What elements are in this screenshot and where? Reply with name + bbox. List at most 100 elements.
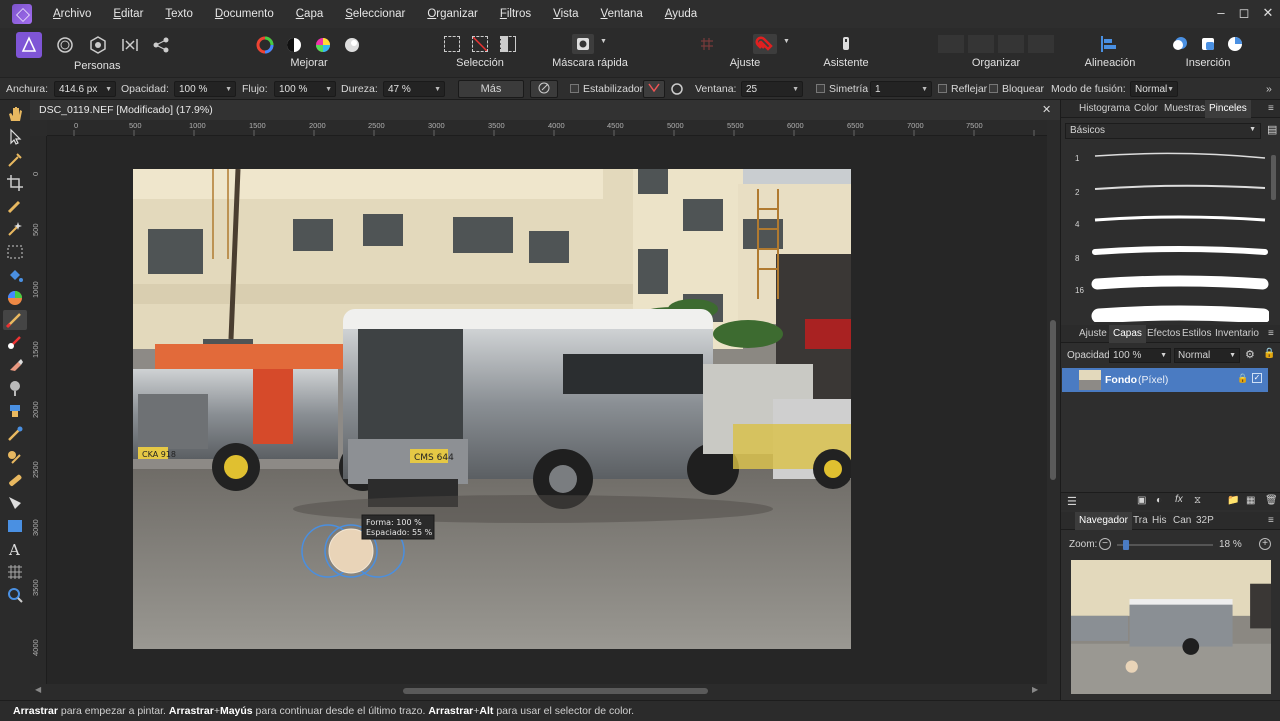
fx-icon[interactable]: fx — [1175, 494, 1183, 505]
pen-tool-icon[interactable] — [6, 494, 24, 512]
brush-preset[interactable] — [1069, 304, 1269, 322]
tab-histograma[interactable]: Histograma — [1075, 100, 1134, 118]
brush-category-select[interactable]: Básicos ▼ — [1065, 123, 1261, 139]
snapping-grid-icon[interactable] — [699, 36, 715, 55]
layer-lock-icon[interactable]: 🔒 — [1237, 373, 1248, 384]
fusion-field[interactable]: Normal ▼ — [1130, 81, 1178, 97]
tab-capas[interactable]: Capas — [1109, 325, 1146, 343]
anchura-field[interactable]: 414.6 px ▼ — [54, 81, 116, 97]
menu-documento[interactable]: Documento — [204, 0, 285, 28]
brush-preset[interactable]: 2 — [1069, 176, 1269, 207]
horizontal-scroll-thumb[interactable] — [403, 688, 708, 694]
tab-inventario[interactable]: Inventario — [1211, 325, 1263, 343]
layer-opacity-field[interactable]: 100 % ▼ — [1109, 348, 1171, 363]
menu-texto[interactable]: Texto — [154, 0, 204, 28]
menu-organizar[interactable]: Organizar — [416, 0, 489, 28]
move-tool-icon[interactable] — [6, 128, 24, 146]
zoom-slider[interactable] — [1117, 540, 1213, 550]
move-forward-one-icon[interactable] — [998, 35, 1024, 53]
deselect-icon[interactable] — [472, 36, 488, 52]
layer-settings-icon[interactable]: ⚙ — [1245, 348, 1255, 361]
photo-persona-icon[interactable] — [16, 32, 42, 58]
dureza-field[interactable]: 47 % ▼ — [383, 81, 445, 97]
menu-editar[interactable]: Editar — [102, 0, 154, 28]
blemish-tool-icon[interactable] — [6, 425, 24, 443]
add-pixel-layer-icon[interactable]: ▦ — [1246, 495, 1255, 506]
brush-options-icon[interactable] — [530, 80, 558, 98]
auto-white-balance-icon[interactable] — [343, 36, 361, 57]
menu-ayuda[interactable]: Ayuda — [654, 0, 708, 28]
flujo-field[interactable]: 100 % ▼ — [274, 81, 336, 97]
brush-preset[interactable]: 1 — [1069, 144, 1269, 175]
selection-brush-tool-icon[interactable] — [6, 197, 24, 215]
bloquear-checkbox[interactable] — [989, 84, 998, 93]
menu-capa[interactable]: Capa — [285, 0, 335, 28]
vertical-scrollbar[interactable] — [1047, 120, 1060, 684]
layer-row-fondo[interactable]: Fondo (Píxel) 🔒 ✓ — [1062, 368, 1268, 392]
zoom-value[interactable]: 18 % — [1219, 539, 1242, 550]
brush-list-scroll-thumb[interactable] — [1271, 155, 1276, 200]
erase-tool-icon[interactable] — [6, 356, 24, 374]
document-image[interactable]: CMS 644 CKA 918 Forma: 100 % Espaciado: … — [133, 169, 851, 649]
menu-archivo[interactable]: Archivo — [42, 0, 102, 28]
text-tool-icon[interactable]: A — [6, 540, 24, 559]
brush-preset[interactable]: 16 — [1069, 272, 1269, 303]
assistant-icon[interactable] — [838, 36, 854, 55]
crop-tool-icon[interactable] — [6, 174, 24, 192]
adjustment-icon[interactable]: ◐ — [1156, 495, 1162, 506]
close-icon[interactable]: ✕ — [1254, 0, 1280, 28]
tab-muestras[interactable]: Muestras — [1160, 100, 1209, 118]
horizontal-scrollbar[interactable]: ◀ ▶ — [30, 684, 1060, 700]
brush-panel-menu-icon[interactable]: ▤ — [1267, 123, 1277, 136]
snapping-options-icon[interactable] — [725, 36, 743, 52]
tab-history[interactable]: His — [1148, 512, 1170, 530]
move-back-one-icon[interactable] — [968, 35, 994, 53]
healing-tool-icon[interactable] — [6, 471, 24, 489]
auto-colors-icon[interactable] — [314, 36, 332, 57]
move-to-back-icon[interactable] — [938, 35, 964, 53]
layer-lock-icon[interactable]: 🔒 — [1263, 348, 1275, 359]
auto-contrast-icon[interactable] — [285, 36, 303, 57]
quick-mask-dropdown-icon[interactable]: ▼ — [600, 38, 607, 45]
insert-inside-icon[interactable] — [1199, 36, 1217, 55]
estabilizador-checkbox[interactable] — [570, 84, 579, 93]
invert-selection-icon[interactable] — [500, 36, 516, 52]
add-group-icon[interactable]: 📁 — [1227, 495, 1239, 506]
brush-list[interactable]: 1 2 4 8 16 — [1061, 142, 1269, 322]
layer-name[interactable]: Fondo — [1105, 374, 1137, 386]
brush-preset[interactable]: 4 — [1069, 208, 1269, 239]
layer-visibility-checkbox[interactable]: ✓ — [1252, 373, 1262, 383]
ventana-field[interactable]: 25 ▼ — [741, 81, 803, 97]
panel-menu-icon[interactable]: ≡ — [1264, 512, 1278, 530]
flood-fill-tool-icon[interactable] — [6, 266, 24, 284]
zoom-tool-icon[interactable] — [6, 586, 24, 604]
panel-menu-icon[interactable]: ≡ — [1264, 100, 1278, 118]
auto-levels-icon[interactable] — [256, 36, 274, 57]
hand-tool-icon[interactable] — [6, 105, 24, 123]
mas-button[interactable]: Más — [458, 80, 524, 98]
close-document-icon[interactable]: ✕ — [1042, 103, 1051, 116]
alignment-icon[interactable] — [1100, 36, 1118, 55]
paint-brush-tool-icon[interactable] — [3, 310, 27, 330]
dodge-tool-icon[interactable] — [6, 379, 24, 397]
navigator-thumbnail[interactable] — [1071, 560, 1271, 694]
tab-ajuste[interactable]: Ajuste — [1075, 325, 1111, 343]
tab-navegador[interactable]: Navegador — [1075, 512, 1132, 530]
live-filter-icon[interactable]: ⧖ — [1194, 495, 1201, 506]
pixel-tool-icon[interactable] — [6, 333, 24, 351]
reflejar-checkbox[interactable] — [938, 84, 947, 93]
layer-blend-mode-select[interactable]: Normal ▼ — [1174, 348, 1240, 363]
menu-ventana[interactable]: Ventana — [590, 0, 654, 28]
window-mode-icon[interactable] — [670, 82, 684, 99]
insert-top-icon[interactable] — [1227, 36, 1245, 55]
zoom-slider-handle[interactable] — [1123, 540, 1129, 550]
insert-behind-icon[interactable] — [1171, 36, 1189, 55]
menu-seleccionar[interactable]: Seleccionar — [334, 0, 416, 28]
panel-menu-icon[interactable]: ≡ — [1264, 325, 1278, 343]
develop-persona-icon[interactable] — [89, 36, 107, 57]
smudge-tool-icon[interactable] — [6, 448, 24, 466]
tab-color[interactable]: Color — [1130, 100, 1162, 118]
tab-estilos[interactable]: Estilos — [1178, 325, 1215, 343]
export-persona-icon[interactable] — [152, 36, 170, 57]
mesh-warp-tool-icon[interactable] — [6, 563, 24, 581]
